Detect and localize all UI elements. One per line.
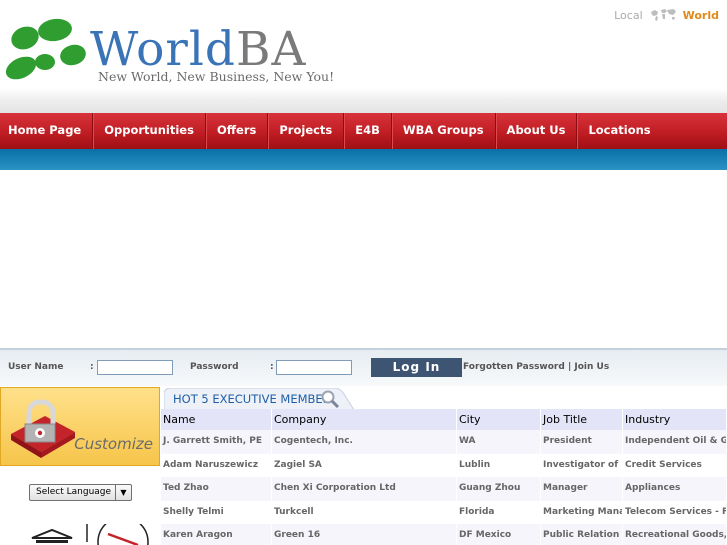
join-us-link[interactable]: Join Us [574,362,609,372]
cell-industry: Appliances [623,477,727,501]
login-links: Forgotten Password | Join Us [463,362,609,372]
cell-name[interactable]: Ted Zhao [161,477,272,501]
cell-job-title: Marketing Manag [541,500,623,524]
table-header-row: Name Company City Job Title Industry [161,409,727,430]
nav-home-page[interactable]: Home Page [0,113,94,149]
cell-company: Green 16 [272,524,457,545]
table-row[interactable]: J. Garrett Smith, PE Cogentech, Inc. WA … [161,430,727,454]
nav-e4b[interactable]: E4B [344,113,392,149]
cell-industry: Telecom Services - F [623,500,727,524]
customize-panel[interactable]: Customize [0,387,160,466]
nav-about-us[interactable]: About Us [496,113,578,149]
nav-locations[interactable]: Locations [577,113,661,149]
cell-city: Florida [457,500,541,524]
customize-label: Customize [74,435,153,453]
login-button[interactable]: Log In [371,358,462,377]
dropdown-arrow-icon: ▼ [115,485,131,500]
cell-company: Chen Xi Corporation Ltd [272,477,457,501]
column-header-company: Company [272,409,457,430]
nav-offers[interactable]: Offers [206,113,269,149]
table-row[interactable]: Karen Aragon Green 16 DF Mexico Public R… [161,524,727,545]
column-header-industry: Industry [623,409,727,430]
column-header-job-title: Job Title [541,409,623,430]
username-label: User Name [8,362,64,372]
table-row[interactable]: Shelly Telmi Turkcell Florida Marketing … [161,500,727,524]
nav-projects[interactable]: Projects [268,113,345,149]
nav-wba-groups[interactable]: WBA Groups [392,113,496,149]
search-icon[interactable] [320,390,340,408]
table-row[interactable]: Ted Zhao Chen Xi Corporation Ltd Guang Z… [161,477,727,501]
cell-name[interactable]: Shelly Telmi [161,500,272,524]
cell-industry: Independent Oil & Ga [623,430,727,454]
username-input[interactable] [97,360,173,375]
link-separator: | [564,362,575,372]
cell-job-title: Manager [541,477,623,501]
partner-badges [31,524,149,545]
main-nav: Home Page Opportunities Offers Projects … [0,113,727,149]
cell-name[interactable]: Karen Aragon [161,524,272,545]
members-tab-label[interactable]: HOT 5 EXECUTIVE MEMBER [173,392,331,406]
lock-folder-icon [11,399,75,458]
cell-name[interactable]: J. Garrett Smith, PE [161,430,272,454]
members-table: Name Company City Job Title Industry J. … [161,409,727,545]
site-header: WorldBA New World, New Business, New You… [0,0,727,113]
language-select-value: Select Language [36,487,112,497]
password-input[interactable] [276,360,352,375]
column-header-city: City [457,409,541,430]
region-world-link[interactable]: World [683,9,719,22]
nav-opportunities[interactable]: Opportunities [93,113,206,149]
cell-industry: Recreational Goods, [623,524,727,545]
language-select[interactable]: Select Language ▼ [29,484,132,501]
column-header-name: Name [161,409,272,430]
forgotten-password-link[interactable]: Forgotten Password [463,362,565,372]
cell-job-title: President [541,430,623,454]
cell-city: Lublin [457,453,541,477]
login-bar: User Name : Password : Log In Forgotten … [0,348,727,386]
cell-job-title: Public Relation [541,524,623,545]
cell-city: Guang Zhou [457,477,541,501]
table-row[interactable]: Adam Naruszewicz Zagiel SA Lublin Invest… [161,453,727,477]
cell-city: DF Mexico [457,524,541,545]
sub-nav-bar [0,149,727,170]
logo-icon[interactable] [3,18,93,84]
cell-company: Cogentech, Inc. [272,430,457,454]
region-switcher: Local World [614,6,719,24]
tagline: New World, New Business, New You! [98,69,335,84]
region-local-link[interactable]: Local [614,9,643,22]
world-map-icon [650,9,676,21]
cell-industry: Credit Services [623,453,727,477]
password-label: Password [190,362,239,372]
cell-name[interactable]: Adam Naruszewicz [161,453,272,477]
cell-city: WA [457,430,541,454]
building-icon [31,528,73,543]
cell-company: Turkcell [272,500,457,524]
username-colon: : [90,362,94,372]
cell-job-title: Investigator of [541,453,623,477]
password-colon: : [270,362,274,372]
cell-company: Zagiel SA [272,453,457,477]
no-entry-icon [97,524,149,545]
